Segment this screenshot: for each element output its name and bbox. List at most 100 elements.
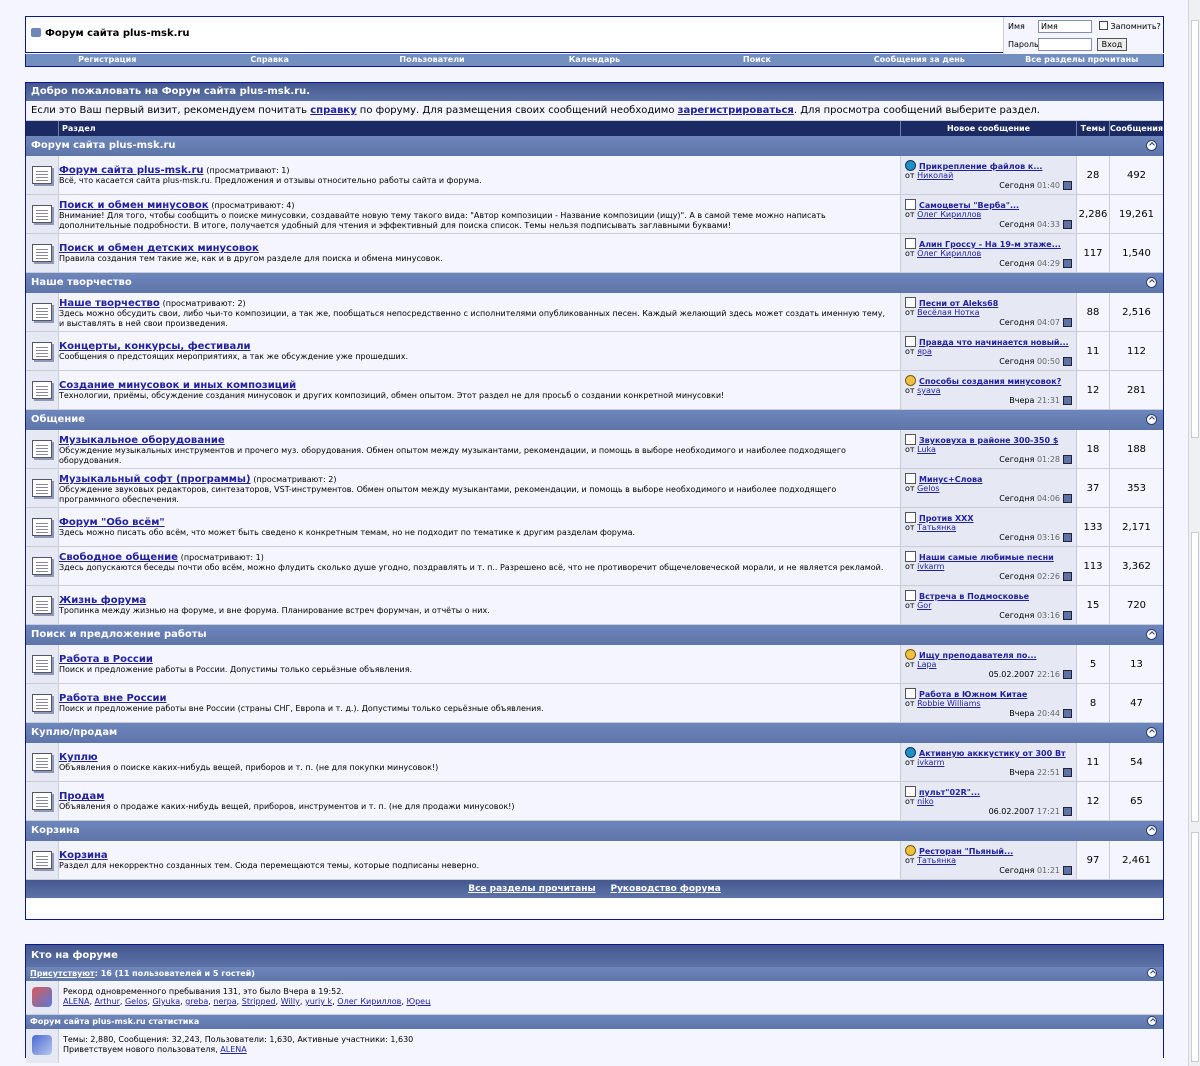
password-input[interactable] — [1038, 38, 1092, 51]
go-to-last-post-icon[interactable] — [1063, 533, 1072, 542]
go-to-last-post-icon[interactable] — [1063, 220, 1072, 229]
forum-link[interactable]: Форум сайта plus-msk.ru — [59, 165, 204, 176]
last-poster-link[interactable]: Олег Кириллов — [917, 249, 981, 258]
online-user-link[interactable]: Gelos — [125, 997, 147, 1006]
scrollbar-thumb[interactable] — [1191, 20, 1199, 438]
checkbox-icon[interactable] — [1099, 21, 1108, 30]
last-poster-link[interactable]: Gor — [917, 601, 931, 610]
collapse-icon[interactable] — [1146, 414, 1157, 425]
last-poster-link[interactable]: Lapa — [917, 660, 936, 669]
online-user-link[interactable]: yuriy k — [305, 997, 332, 1006]
last-poster-link[interactable]: Gelos — [917, 484, 939, 493]
forum-link[interactable]: Куплю — [59, 752, 98, 763]
nav-mark-read[interactable]: Все разделы прочитаны — [1001, 54, 1163, 66]
online-user-link[interactable]: Willy — [281, 997, 300, 1006]
online-users-link[interactable]: Присутствуют — [30, 969, 95, 978]
remember-me-checkbox[interactable]: Запомнить? — [1099, 21, 1161, 31]
category-header[interactable]: Куплю/продам — [26, 723, 1163, 743]
collapse-icon[interactable] — [1146, 629, 1157, 640]
online-user-link[interactable]: ALENA — [63, 997, 89, 1006]
last-poster-link[interactable]: яра — [917, 347, 932, 356]
go-to-last-post-icon[interactable] — [1063, 807, 1072, 816]
nav-search[interactable]: Поиск — [676, 54, 838, 66]
last-post-link[interactable]: Правда что начинается новый... — [919, 338, 1069, 347]
forum-leaders-link[interactable]: Руководство форума — [610, 884, 720, 894]
forum-link[interactable]: Наше творчество — [59, 298, 160, 309]
last-poster-link[interactable]: niko — [917, 797, 934, 806]
last-post-link[interactable]: Прикрепление файлов к... — [919, 162, 1042, 171]
online-user-link[interactable]: nerpa — [213, 997, 236, 1006]
nav-members[interactable]: Пользователи — [351, 54, 513, 66]
go-to-last-post-icon[interactable] — [1063, 709, 1072, 718]
forum-link[interactable]: Поиск и обмен детских минусовок — [59, 243, 259, 254]
collapse-icon[interactable] — [1146, 727, 1157, 738]
forum-link[interactable]: Концерты, конкурсы, фестивали — [59, 341, 251, 352]
username-input[interactable] — [1038, 20, 1092, 33]
last-poster-link[interactable]: Luka — [917, 445, 936, 454]
scrollbar-thumb[interactable] — [1191, 832, 1199, 1062]
online-user-link[interactable]: Arthur — [95, 997, 120, 1006]
last-post-link[interactable]: Ресторан "Пьяный... — [919, 847, 1013, 856]
forum-link[interactable]: Создание минусовок и иных композиций — [59, 380, 296, 391]
last-post-link[interactable]: Активную акккустику от 300 Вт — [919, 749, 1066, 758]
last-poster-link[interactable]: Олег Кириллов — [917, 210, 981, 219]
forum-link[interactable]: Музыкальный софт (программы) — [59, 474, 251, 485]
last-post-link[interactable]: Минус+Слова — [919, 475, 982, 484]
go-to-last-post-icon[interactable] — [1063, 455, 1072, 464]
last-post-link[interactable]: Ищу преподавателя по... — [919, 651, 1037, 660]
collapse-icon[interactable] — [1146, 140, 1157, 151]
nav-register[interactable]: Регистрация — [26, 54, 188, 66]
last-post-link[interactable]: Звуковуха в районе 300-350 $ — [919, 436, 1058, 445]
last-post-link[interactable]: Встреча в Подмосковье — [919, 592, 1029, 601]
last-post-link[interactable]: Против XXX — [919, 514, 974, 523]
go-to-last-post-icon[interactable] — [1063, 396, 1072, 405]
category-header[interactable]: Корзина — [26, 821, 1163, 841]
go-to-last-post-icon[interactable] — [1063, 611, 1072, 620]
login-button[interactable]: Вход — [1097, 38, 1127, 51]
last-poster-link[interactable]: Николай — [917, 171, 953, 180]
last-poster-link[interactable]: Татьянка — [917, 856, 956, 865]
nav-help[interactable]: Справка — [188, 54, 350, 66]
go-to-last-post-icon[interactable] — [1063, 670, 1072, 679]
category-header[interactable]: Наше творчество — [26, 273, 1163, 293]
online-user-link[interactable]: Glyuka — [152, 997, 180, 1006]
nav-calendar[interactable]: Календарь — [513, 54, 675, 66]
last-poster-link[interactable]: Весёлая Нотка — [917, 308, 979, 317]
help-link[interactable]: справку — [310, 105, 356, 116]
go-to-last-post-icon[interactable] — [1063, 866, 1072, 875]
last-post-link[interactable]: Наши самые любимые песни — [919, 553, 1054, 562]
last-poster-link[interactable]: ivkarm — [917, 758, 944, 767]
go-to-last-post-icon[interactable] — [1063, 259, 1072, 268]
collapse-icon[interactable] — [1146, 277, 1157, 288]
go-to-last-post-icon[interactable] — [1063, 572, 1072, 581]
page-scrollbar[interactable] — [1188, 0, 1200, 1066]
last-poster-link[interactable]: Татьянка — [917, 523, 956, 532]
last-post-link[interactable]: Способы создания минусовок? — [919, 377, 1061, 386]
mark-all-read-link[interactable]: Все разделы прочитаны — [468, 884, 595, 894]
forum-link[interactable]: Свободное общение — [59, 552, 178, 563]
category-header[interactable]: Форум сайта plus-msk.ru — [26, 136, 1163, 156]
forum-link[interactable]: Музыкальное оборудование — [59, 435, 225, 446]
last-post-link[interactable]: Песни от Aleks68 — [919, 299, 998, 308]
online-user-link[interactable]: Олег Кириллов — [337, 997, 401, 1006]
go-to-last-post-icon[interactable] — [1063, 181, 1072, 190]
forum-link[interactable]: Работа вне России — [59, 693, 167, 704]
collapse-icon[interactable] — [1147, 1016, 1157, 1026]
go-to-last-post-icon[interactable] — [1063, 357, 1072, 366]
forum-link[interactable]: Работа в России — [59, 654, 153, 665]
new-user-link[interactable]: ALENA — [220, 1045, 246, 1054]
forum-link[interactable]: Форум "Обо всём" — [59, 517, 165, 528]
online-user-link[interactable]: greba — [185, 997, 208, 1006]
last-poster-link[interactable]: Robbie Williams — [917, 699, 980, 708]
register-link[interactable]: зарегистрироваться — [678, 105, 794, 116]
go-to-last-post-icon[interactable] — [1063, 768, 1072, 777]
collapse-icon[interactable] — [1147, 968, 1157, 978]
last-post-link[interactable]: Работа в Южном Китае — [919, 690, 1027, 699]
last-post-link[interactable]: пульт"02R"... — [919, 788, 980, 797]
collapse-icon[interactable] — [1146, 825, 1157, 836]
last-poster-link[interactable]: ivkarm — [917, 562, 944, 571]
scrollbar-thumb[interactable] — [1191, 532, 1199, 822]
forum-link[interactable]: Продам — [59, 791, 104, 802]
online-user-link[interactable]: Юрец — [406, 997, 430, 1006]
last-post-link[interactable]: Самоцветы "Верба"... — [919, 201, 1019, 210]
